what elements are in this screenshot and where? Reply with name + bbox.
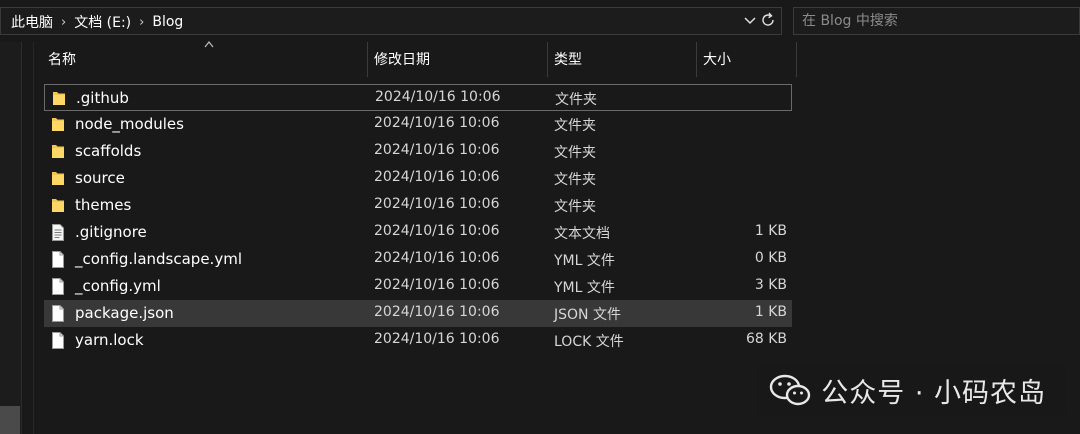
- file-type: 文本文档: [554, 226, 610, 242]
- file-row[interactable]: themes 2024/10/16 10:06 文件夹: [44, 192, 792, 219]
- navigation-scrollbar-thumb[interactable]: [0, 406, 20, 434]
- file-size: 0 KB: [754, 250, 787, 266]
- file-type: YML 文件: [554, 280, 615, 296]
- file-row[interactable]: _config.yml 2024/10/16 10:06 YML 文件 3 KB: [44, 273, 792, 300]
- column-header-size-label: 大小: [703, 52, 731, 68]
- folder-icon: [52, 145, 64, 158]
- file-name: scaffolds: [75, 142, 142, 160]
- column-header-name-label: 名称: [48, 52, 76, 68]
- file-name: _config.landscape.yml: [75, 250, 242, 268]
- file-type: LOCK 文件: [554, 334, 624, 350]
- breadcrumb-this-pc[interactable]: 此电脑: [9, 12, 55, 32]
- file-row[interactable]: source 2024/10/16 10:06 文件夹: [44, 165, 792, 192]
- breadcrumb-drive-e[interactable]: 文档 (E:): [72, 12, 133, 32]
- file-date: 2024/10/16 10:06: [374, 277, 500, 293]
- column-header-name[interactable]: 名称: [42, 41, 368, 77]
- folder-icon: [52, 172, 64, 185]
- file-row[interactable]: _config.landscape.yml 2024/10/16 10:06 Y…: [44, 246, 792, 273]
- folder-icon: [52, 199, 64, 212]
- file-name: yarn.lock: [75, 331, 144, 349]
- refresh-icon[interactable]: [759, 11, 777, 29]
- file-date: 2024/10/16 10:06: [374, 169, 500, 185]
- file-type: 文件夹: [554, 172, 596, 188]
- breadcrumb-chevron-icon[interactable]: ›: [61, 15, 66, 30]
- file-name: package.json: [75, 304, 174, 322]
- file-type: 文件夹: [554, 118, 596, 134]
- search-box[interactable]: [793, 7, 1080, 35]
- file-icon: [52, 278, 64, 295]
- file-name: node_modules: [75, 115, 184, 133]
- file-size: 68 KB: [745, 331, 787, 347]
- file-date: 2024/10/16 10:06: [374, 196, 500, 212]
- breadcrumb-blog[interactable]: Blog: [150, 14, 185, 30]
- file-date: 2024/10/16 10:06: [374, 142, 500, 158]
- watermark-text: 公众号 · 小码农岛: [821, 377, 1046, 409]
- file-date: 2024/10/16 10:06: [375, 89, 501, 105]
- file-name: .github: [76, 89, 129, 107]
- file-type: JSON 文件: [554, 307, 621, 323]
- file-size: 1 KB: [754, 223, 787, 239]
- column-header-type[interactable]: 类型: [548, 42, 697, 77]
- file-name: source: [75, 169, 125, 187]
- file-name: themes: [75, 196, 132, 214]
- breadcrumb: 此电脑 › 文档 (E:) › Blog: [9, 12, 185, 32]
- file-row[interactable]: yarn.lock 2024/10/16 10:06 LOCK 文件 68 KB: [44, 327, 792, 354]
- file-row[interactable]: node_modules 2024/10/16 10:06 文件夹: [44, 111, 792, 138]
- chevron-down-icon[interactable]: [743, 11, 757, 29]
- file-date: 2024/10/16 10:06: [374, 331, 500, 347]
- breadcrumb-chevron-icon[interactable]: ›: [139, 15, 144, 30]
- file-rows: .github 2024/10/16 10:06 文件夹 node_module…: [44, 84, 792, 354]
- file-date: 2024/10/16 10:06: [374, 250, 500, 266]
- file-row[interactable]: scaffolds 2024/10/16 10:06 文件夹: [44, 138, 792, 165]
- column-header-size[interactable]: 大小: [697, 42, 797, 77]
- file-date: 2024/10/16 10:06: [374, 304, 500, 320]
- file-icon: [52, 305, 64, 322]
- text-file-icon: [52, 224, 64, 241]
- file-date: 2024/10/16 10:06: [374, 115, 500, 131]
- address-bar[interactable]: 此电脑 › 文档 (E:) › Blog: [0, 7, 782, 35]
- file-icon: [52, 251, 64, 268]
- file-row[interactable]: .github 2024/10/16 10:06 文件夹: [44, 84, 792, 111]
- file-type: 文件夹: [554, 199, 596, 215]
- file-icon: [52, 332, 64, 349]
- column-header-date-label: 修改日期: [374, 52, 430, 68]
- column-header: 名称 修改日期 类型 大小: [34, 41, 1080, 77]
- column-header-type-label: 类型: [554, 52, 582, 68]
- column-header-date[interactable]: 修改日期: [368, 42, 548, 77]
- watermark: 公众号 · 小码农岛: [757, 364, 1066, 416]
- file-type: 文件夹: [555, 92, 597, 108]
- file-size: 1 KB: [754, 304, 787, 320]
- top-bar: 此电脑 › 文档 (E:) › Blog: [0, 0, 1080, 42]
- column-divider[interactable]: [796, 42, 797, 77]
- sort-ascending-icon: [204, 41, 214, 48]
- file-row[interactable]: .gitignore 2024/10/16 10:06 文本文档 1 KB: [44, 219, 792, 246]
- navigation-pane[interactable]: [0, 42, 22, 434]
- file-name: _config.yml: [75, 277, 161, 295]
- file-name: .gitignore: [75, 223, 147, 241]
- file-date: 2024/10/16 10:06: [374, 223, 500, 239]
- wechat-icon: [770, 374, 811, 406]
- file-type: YML 文件: [554, 253, 615, 269]
- file-type: 文件夹: [554, 145, 596, 161]
- folder-icon: [53, 92, 65, 105]
- search-input[interactable]: [802, 11, 1062, 31]
- folder-icon: [52, 118, 64, 131]
- file-size: 3 KB: [754, 277, 787, 293]
- file-row[interactable]: package.json 2024/10/16 10:06 JSON 文件 1 …: [44, 300, 792, 327]
